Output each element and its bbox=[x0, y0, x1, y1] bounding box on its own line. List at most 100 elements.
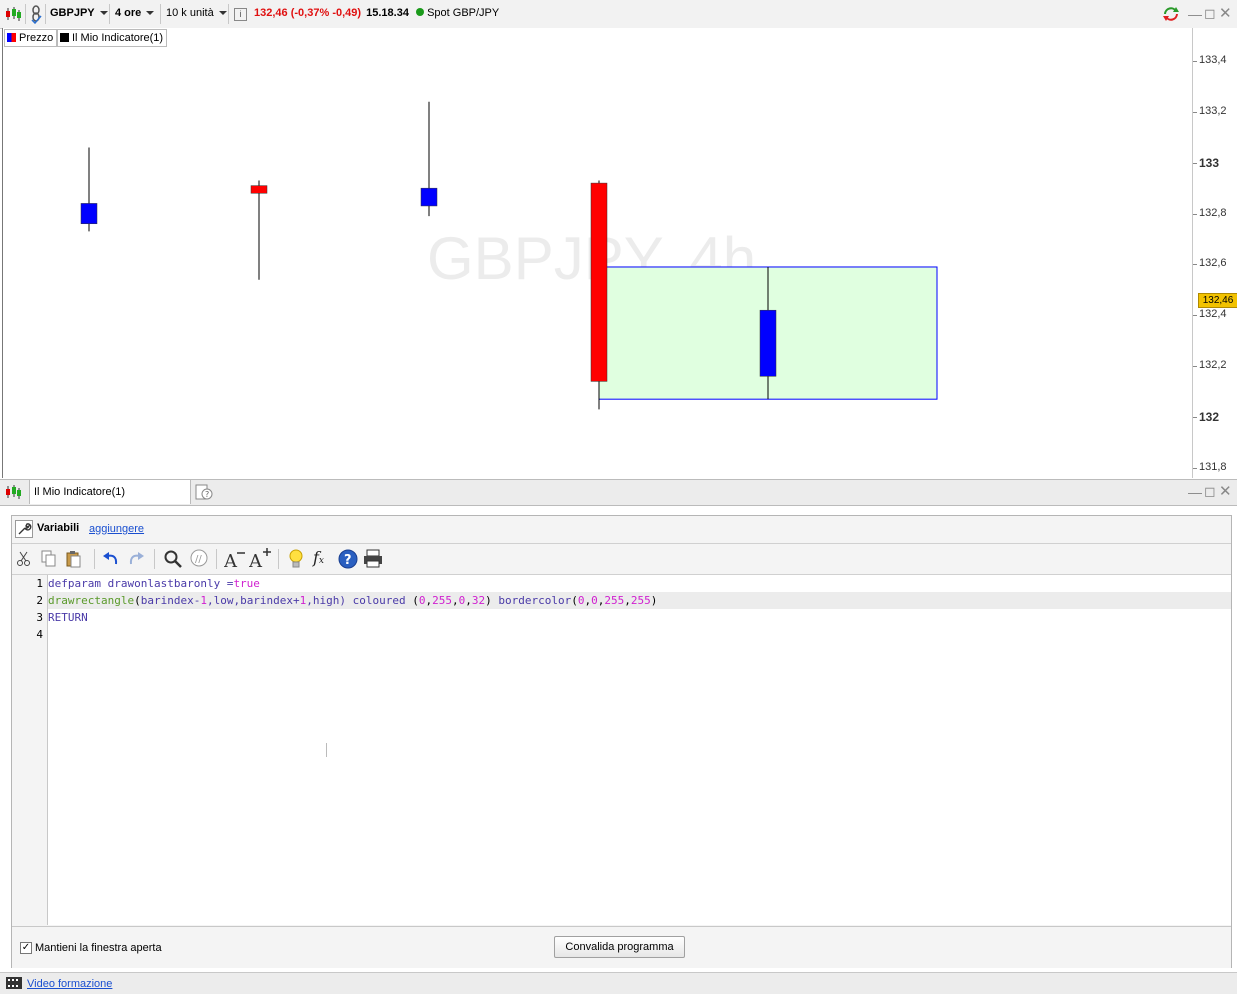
indicator-panel-header: Il Mio Indicatore(1) ? — ◻ ✕ bbox=[0, 479, 1237, 506]
instrument-name: Spot GBP/JPY bbox=[427, 7, 500, 19]
svg-text:A: A bbox=[249, 551, 263, 570]
timeframe-label: 4 ore bbox=[115, 7, 142, 19]
increase-font-icon[interactable]: A bbox=[248, 546, 273, 572]
tab-indicator[interactable]: Il Mio Indicatore(1) bbox=[29, 480, 191, 504]
svg-text://: // bbox=[195, 554, 202, 565]
y-tick-mark bbox=[1193, 264, 1197, 266]
candlestick-chart-icon[interactable] bbox=[4, 484, 22, 500]
add-variable-link[interactable]: aggiungere bbox=[89, 523, 144, 535]
timeframe-selector[interactable]: 4 ore bbox=[115, 7, 155, 19]
price-chart[interactable]: Prezzo Il Mio Indicatore(1) GBPJPY, 4h bbox=[2, 28, 1193, 478]
price-axis[interactable]: 133,4 133,2 133 132,8 132,6 132,4 132,2 132 131,… bbox=[1192, 28, 1237, 478]
video-film-icon bbox=[6, 977, 22, 989]
symbol-label: GBPJPY bbox=[50, 7, 95, 19]
code-token: true bbox=[233, 577, 260, 590]
symbol-selector[interactable]: GBPJPY bbox=[50, 7, 108, 19]
y-tick-mark bbox=[1193, 111, 1197, 113]
y-tick-label: 133 bbox=[1199, 155, 1220, 170]
print-icon[interactable] bbox=[363, 549, 383, 569]
code-token: 32 bbox=[471, 594, 486, 607]
price-readout: 132,46 (-0,37% -0,49) 15.18.34 Spot GBP/… bbox=[254, 7, 499, 19]
y-tick-label: 133,2 bbox=[1199, 104, 1227, 117]
undo-icon[interactable] bbox=[102, 550, 120, 568]
decrease-font-icon[interactable]: A bbox=[223, 548, 246, 572]
code-token: 255 bbox=[432, 594, 453, 607]
maximize-icon[interactable]: ◻ bbox=[1204, 5, 1216, 22]
line-number-gutter: 1 2 3 4 bbox=[12, 575, 48, 925]
panel-maximize-icon[interactable]: ◻ bbox=[1204, 483, 1216, 500]
code-token: ( bbox=[134, 594, 141, 607]
code-token: ,low,barindex+ bbox=[206, 594, 300, 607]
text-cursor-icon bbox=[326, 743, 327, 757]
code-token: , bbox=[452, 594, 459, 607]
line-number: 2 bbox=[36, 594, 43, 607]
code-token: 0 bbox=[577, 594, 585, 607]
chevron-down-icon bbox=[99, 11, 108, 16]
code-token: 0 bbox=[418, 594, 426, 607]
chevron-down-icon bbox=[218, 11, 227, 16]
code-token: 255 bbox=[630, 594, 651, 607]
refresh-sync-icon[interactable] bbox=[1162, 6, 1180, 22]
editor-footer: ✓ Mantieni la finestra aperta Convalida … bbox=[12, 926, 1231, 968]
y-tick-label: 132,8 bbox=[1199, 206, 1227, 219]
validate-program-button[interactable]: Convalida programma bbox=[554, 936, 685, 958]
copy-icon[interactable] bbox=[41, 550, 57, 568]
variables-bar: Variabili aggiungere bbox=[12, 516, 1231, 544]
panel-minimize-icon[interactable]: — bbox=[1188, 484, 1202, 500]
svg-text:?: ? bbox=[205, 490, 209, 499]
code-line-2: drawrectangle(barindex-1,low,barindex+1,… bbox=[48, 592, 657, 609]
code-token: defparam drawonlastbaronly = bbox=[48, 577, 234, 590]
comment-icon[interactable]: // bbox=[189, 549, 209, 569]
code-token: barindex- bbox=[140, 594, 201, 607]
code-token: coloured bbox=[346, 594, 413, 607]
code-input[interactable]: defparam drawonlastbaronly =true drawrec… bbox=[48, 575, 1231, 925]
close-icon[interactable]: ✕ bbox=[1219, 4, 1232, 22]
redo-icon[interactable] bbox=[127, 550, 145, 568]
y-tick-mark bbox=[1193, 162, 1197, 164]
video-training-link[interactable]: Video formazione bbox=[27, 978, 112, 990]
candle-body bbox=[420, 187, 438, 207]
paste-icon[interactable] bbox=[66, 550, 82, 568]
wrench-icon[interactable] bbox=[15, 520, 33, 538]
price-change-abs: -0,49) bbox=[332, 7, 362, 19]
new-tab-document-icon[interactable]: ? bbox=[195, 484, 213, 500]
candle-body bbox=[250, 185, 268, 194]
y-tick-mark bbox=[1193, 467, 1197, 469]
svg-text:A: A bbox=[224, 551, 238, 570]
line-number: 3 bbox=[36, 611, 43, 624]
units-selector[interactable]: 10 k unità bbox=[166, 7, 227, 19]
candle-body bbox=[80, 203, 98, 225]
code-token: 0 bbox=[591, 594, 598, 607]
last-price: 132,46 bbox=[254, 7, 288, 19]
code-token: bordercolor bbox=[498, 594, 572, 607]
line-number: 4 bbox=[36, 628, 43, 641]
code-token: RETURN bbox=[48, 611, 88, 624]
panel-close-icon[interactable]: ✕ bbox=[1219, 482, 1232, 500]
function-icon[interactable]: fx bbox=[313, 548, 333, 570]
code-token: 255 bbox=[604, 594, 625, 607]
y-tick-mark bbox=[1193, 315, 1197, 317]
help-icon[interactable]: ? bbox=[338, 549, 358, 569]
minimize-icon[interactable]: — bbox=[1188, 6, 1202, 22]
code-token: ( bbox=[412, 594, 419, 607]
y-tick-mark bbox=[1193, 61, 1197, 63]
editor-toolbar: // A A fx ? bbox=[12, 544, 1231, 575]
line-number: 1 bbox=[36, 577, 43, 590]
keep-open-checkbox[interactable]: ✓ bbox=[20, 942, 32, 954]
last-update-time: 15.18.34 bbox=[366, 7, 409, 19]
footer-bar: Video formazione bbox=[0, 972, 1237, 994]
units-label: 10 k unità bbox=[166, 7, 214, 19]
tab-indicator-label: Il Mio Indicatore(1) bbox=[34, 486, 126, 498]
chevron-down-icon bbox=[146, 11, 155, 16]
y-tick-mark bbox=[1193, 213, 1197, 215]
y-tick-label: 132,6 bbox=[1199, 257, 1227, 270]
candlestick-plot bbox=[80, 101, 938, 410]
candle-body bbox=[759, 309, 777, 377]
candlestick-chart-icon[interactable] bbox=[4, 6, 22, 22]
info-icon[interactable]: i bbox=[234, 8, 247, 21]
search-icon[interactable] bbox=[163, 549, 183, 569]
cut-icon[interactable] bbox=[16, 551, 32, 567]
lightbulb-icon[interactable] bbox=[288, 548, 304, 570]
link-chain-icon[interactable] bbox=[28, 4, 44, 25]
code-token: ) bbox=[485, 594, 499, 607]
